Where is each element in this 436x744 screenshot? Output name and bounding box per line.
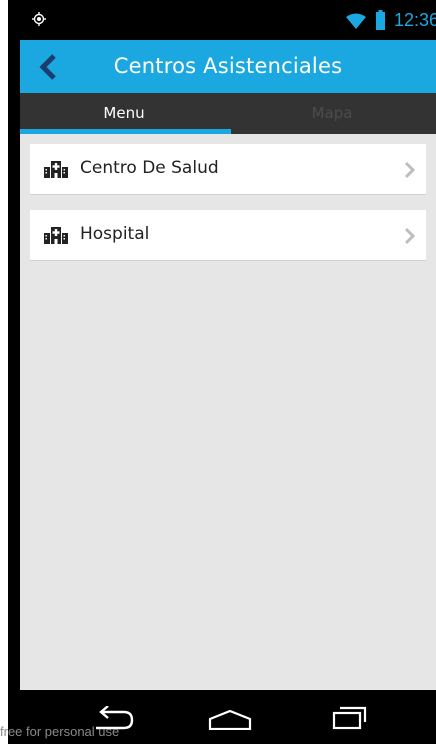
list-item-label: Hospital bbox=[80, 224, 150, 244]
list-item-hospital[interactable]: Hospital bbox=[30, 210, 426, 261]
location-icon bbox=[32, 12, 46, 26]
tab-selected-indicator bbox=[20, 129, 231, 134]
wifi-icon bbox=[346, 13, 366, 29]
hospital-icon bbox=[44, 227, 68, 244]
tab-menu[interactable]: Menu bbox=[20, 93, 228, 134]
hospital-icon bbox=[44, 161, 68, 178]
tab-bar: Menu Mapa bbox=[20, 93, 436, 134]
status-time: 12:36 bbox=[394, 10, 436, 30]
status-bar: 12:36 bbox=[20, 0, 436, 40]
app-bar: Centros Asistenciales bbox=[20, 40, 436, 93]
tab-mapa[interactable]: Mapa bbox=[228, 93, 436, 134]
home-nav-icon[interactable] bbox=[208, 710, 252, 730]
device-frame: 12:36 Centros Asistenciales Menu Mapa Ce… bbox=[0, 0, 436, 744]
page-title: Centros Asistenciales bbox=[113, 54, 343, 78]
recents-nav-icon[interactable] bbox=[332, 704, 368, 730]
app-screen: 12:36 Centros Asistenciales Menu Mapa Ce… bbox=[20, 0, 436, 744]
watermark-text: free for personal use bbox=[0, 724, 120, 739]
chevron-right-icon bbox=[404, 227, 416, 245]
category-list: Centro De Salud Hospital bbox=[30, 144, 426, 276]
chevron-right-icon bbox=[404, 161, 416, 179]
list-item-centro-de-salud[interactable]: Centro De Salud bbox=[30, 144, 426, 195]
list-item-label: Centro De Salud bbox=[80, 158, 219, 178]
battery-icon bbox=[376, 10, 385, 30]
device-bezel bbox=[8, 0, 20, 744]
